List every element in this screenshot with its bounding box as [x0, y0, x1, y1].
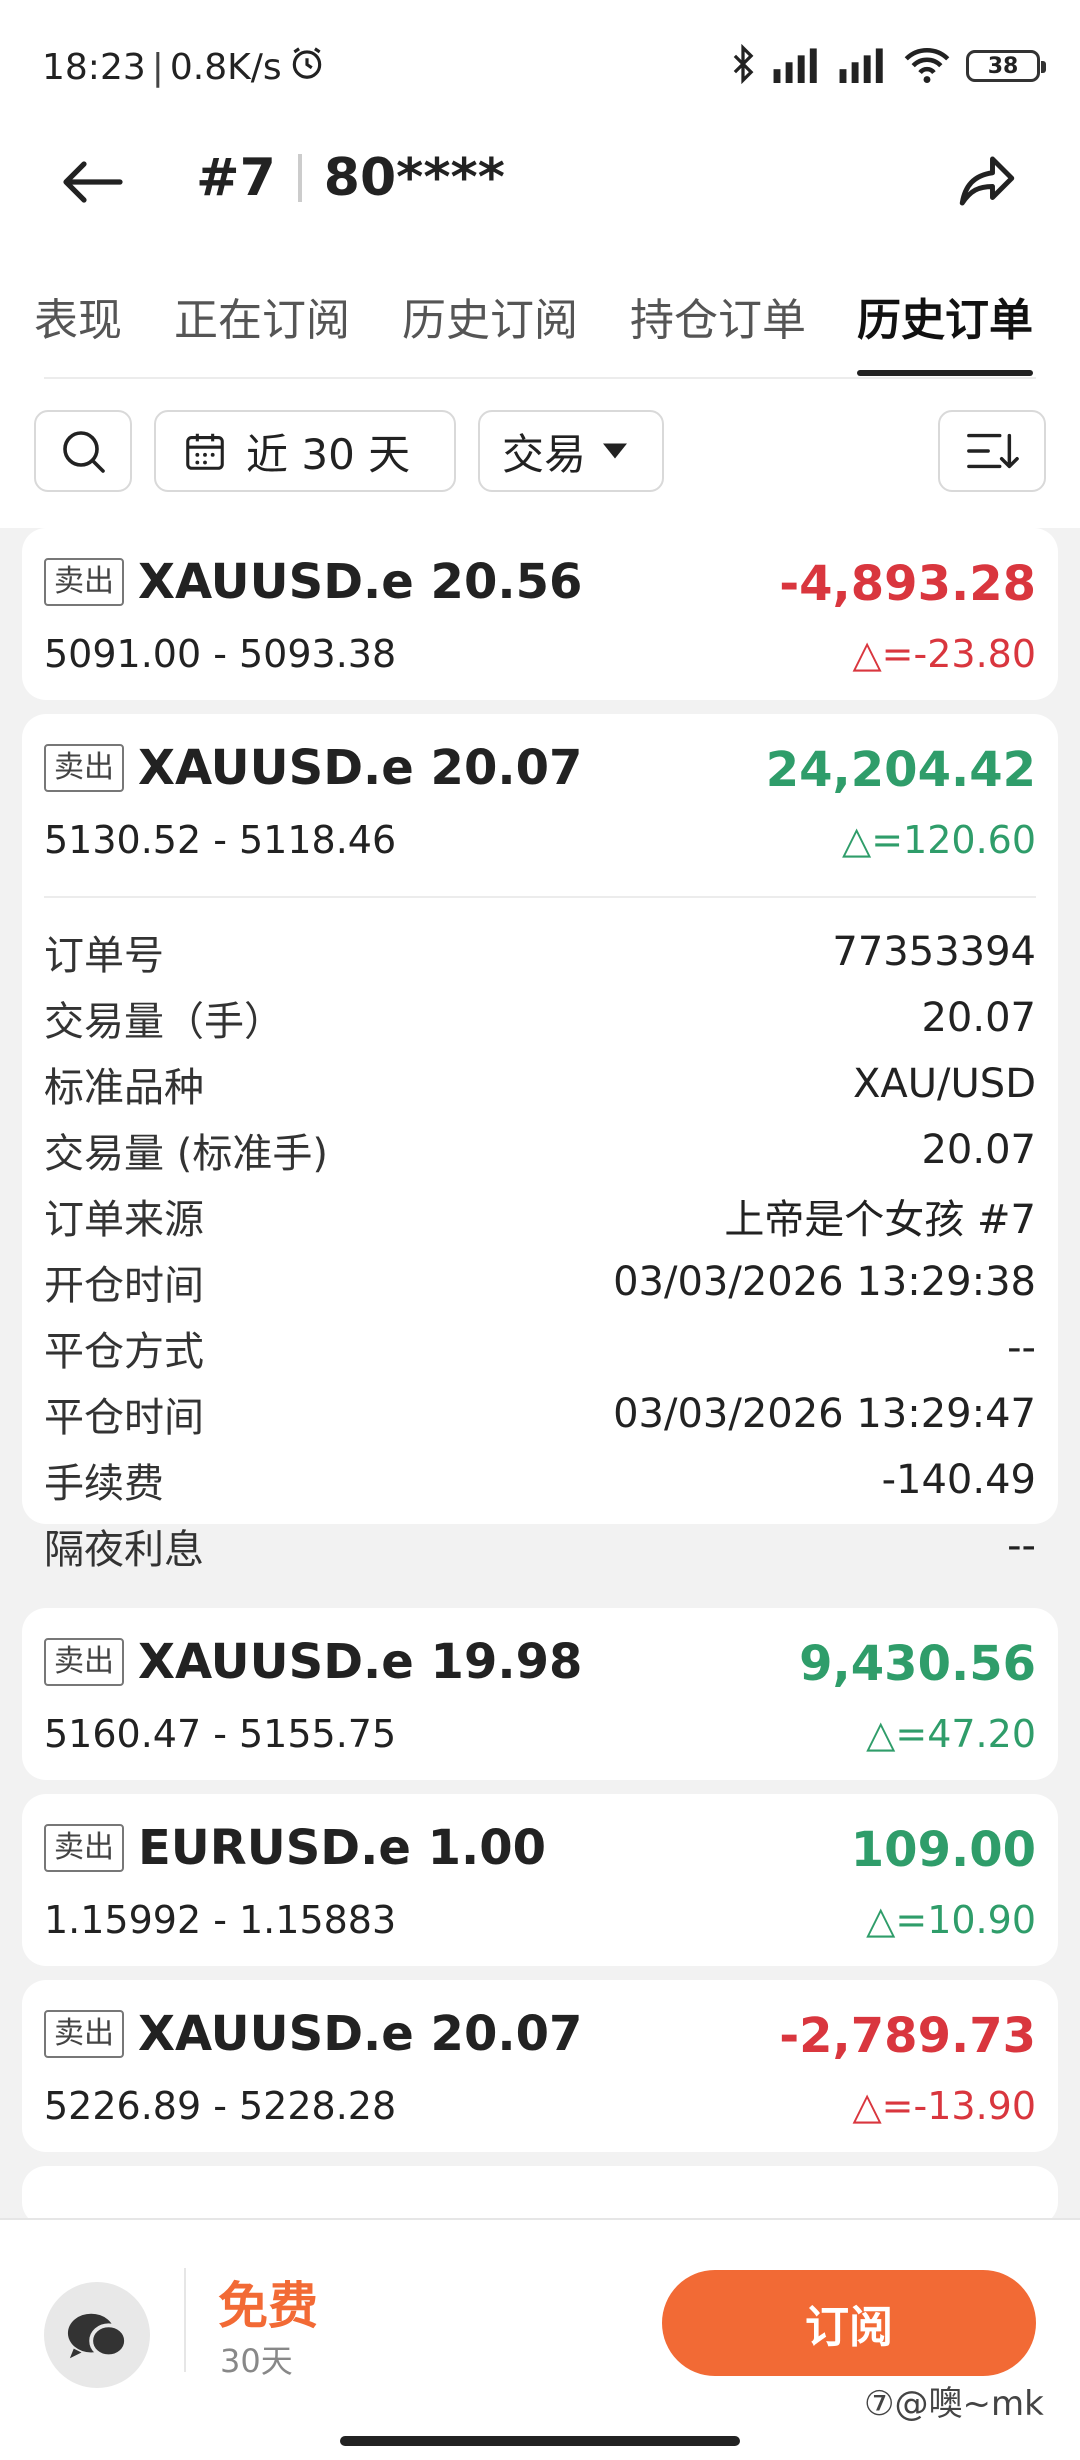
page-title: #7 80**** [196, 148, 505, 208]
tab-history-subscriptions[interactable]: 历史订阅 [402, 284, 578, 348]
order-delta: △=-13.90 [852, 2084, 1036, 2128]
search-button[interactable] [34, 410, 132, 492]
chat-bubble-icon [67, 2313, 128, 2359]
battery-icon: 38 [966, 50, 1046, 82]
order-prices: 5160.47 - 5155.75 [44, 1712, 397, 1756]
signal-icon [770, 45, 822, 87]
network-speed: 0.8K/s [169, 47, 282, 88]
detail-open-time: 开仓时间 03/03/2026 13:29:38 [44, 1259, 1036, 1309]
order-card[interactable]: 卖出 XAUUSD.e 19.98 9,430.56 5160.47 - 515… [22, 1608, 1058, 1780]
alarm-icon [288, 44, 326, 91]
caret-down-icon [603, 443, 628, 459]
side-badge: 卖出 [44, 558, 124, 606]
order-symbol: XAUUSD.e 20.07 [138, 2006, 583, 2062]
status-time: 18:23 [42, 47, 146, 88]
side-badge: 卖出 [44, 2010, 124, 2058]
type-filter-dropdown[interactable]: 交易 [478, 410, 664, 492]
search-icon [63, 431, 105, 473]
home-indicator[interactable] [340, 2436, 740, 2446]
order-card[interactable]: 卖出 XAUUSD.e 20.56 -4,893.28 5091.00 - 50… [22, 528, 1058, 700]
order-profit: -4,893.28 [779, 556, 1036, 612]
detail-volume-lots: 交易量（手） 20.07 [44, 995, 1036, 1045]
tab-history-orders[interactable]: 历史订单 [857, 284, 1033, 348]
order-symbol: EURUSD.e 1.00 [138, 1820, 547, 1876]
share-icon [959, 156, 1015, 206]
side-badge: 卖出 [44, 1638, 124, 1686]
header-area: 18:23 | 0.8K/s 38 #7 80**** 表现 正在订阅 历史订阅… [0, 0, 1080, 528]
order-card[interactable]: 卖出 XAUUSD.e 20.07 -2,789.73 5226.89 - 52… [22, 1980, 1058, 2152]
side-badge: 卖出 [44, 1824, 124, 1872]
arrow-left-icon [63, 161, 123, 203]
title-index: #7 [196, 148, 276, 208]
order-profit: -2,789.73 [779, 2008, 1036, 2064]
order-delta: △=47.20 [866, 1712, 1036, 1756]
subscribe-button[interactable]: 订阅 [662, 2270, 1036, 2376]
order-symbol: XAUUSD.e 20.56 [138, 554, 583, 610]
order-profit: 9,430.56 [799, 1636, 1036, 1692]
detail-order-number: 订单号 77353394 [44, 929, 1036, 979]
share-button[interactable] [954, 148, 1020, 214]
detail-close-time: 平仓时间 03/03/2026 13:29:47 [44, 1391, 1036, 1441]
duration-label: 30天 [220, 2342, 293, 2380]
order-symbol: XAUUSD.e 20.07 [138, 740, 583, 796]
order-profit: 24,204.42 [765, 742, 1036, 798]
signal-icon-2 [836, 45, 888, 87]
bluetooth-icon [730, 43, 756, 88]
order-delta: △=-23.80 [852, 632, 1036, 676]
chat-button[interactable] [44, 2282, 150, 2388]
title-bar: #7 80**** [0, 130, 1080, 230]
tab-open-positions[interactable]: 持仓订单 [630, 284, 806, 348]
wifi-icon [902, 45, 952, 87]
watermark: ⑦@噢~mk [864, 2384, 1044, 2424]
order-prices: 5091.00 - 5093.38 [44, 632, 397, 676]
detail-swap: 隔夜利息 -- [44, 1523, 1036, 1573]
date-range-label: 近 30 天 [246, 429, 411, 479]
side-badge: 卖出 [44, 744, 124, 792]
bottom-action-bar: 免费 30天 订阅 ⑦@噢~mk [0, 2218, 1080, 2460]
tab-performance[interactable]: 表现 [34, 284, 122, 348]
sort-icon [967, 433, 1019, 469]
order-profit: 109.00 [850, 1822, 1036, 1878]
order-delta: △=10.90 [866, 1898, 1036, 1942]
order-prices: 5226.89 - 5228.28 [44, 2084, 397, 2128]
price-label: 免费 [218, 2277, 318, 2335]
order-prices: 5130.52 - 5118.46 [44, 818, 397, 862]
status-bar: 18:23 | 0.8K/s 38 [0, 0, 1080, 130]
date-range-button[interactable]: 近 30 天 [154, 410, 456, 492]
order-card-partial[interactable] [22, 2166, 1058, 2226]
active-tab-indicator [857, 370, 1033, 376]
order-symbol: XAUUSD.e 19.98 [138, 1634, 583, 1690]
detail-commission: 手续费 -140.49 [44, 1457, 1036, 1507]
tab-bar: 表现 正在订阅 历史订阅 持仓订单 历史订单 [0, 268, 1080, 380]
detail-order-source: 订单来源 上帝是个女孩 #7 [44, 1197, 1036, 1243]
title-account: 80**** [323, 148, 505, 208]
tab-subscribing[interactable]: 正在订阅 [174, 284, 350, 348]
order-card-expanded[interactable]: 卖出 XAUUSD.e 20.07 24,204.42 5130.52 - 51… [22, 714, 1058, 1573]
calendar-icon [186, 433, 224, 470]
order-delta: △=120.60 [841, 818, 1036, 862]
detail-volume-standard: 交易量 (标准手) 20.07 [44, 1127, 1036, 1177]
sort-button[interactable] [938, 410, 1046, 492]
back-button[interactable] [60, 152, 130, 212]
detail-standard-symbol: 标准品种 XAU/USD [44, 1061, 1036, 1111]
order-prices: 1.15992 - 1.15883 [44, 1898, 397, 1942]
detail-close-method: 平仓方式 -- [44, 1325, 1036, 1375]
order-card[interactable]: 卖出 EURUSD.e 1.00 109.00 1.15992 - 1.1588… [22, 1794, 1058, 1966]
type-filter-label: 交易 [502, 429, 587, 479]
filter-bar: 近 30 天 交易 [0, 410, 1080, 500]
